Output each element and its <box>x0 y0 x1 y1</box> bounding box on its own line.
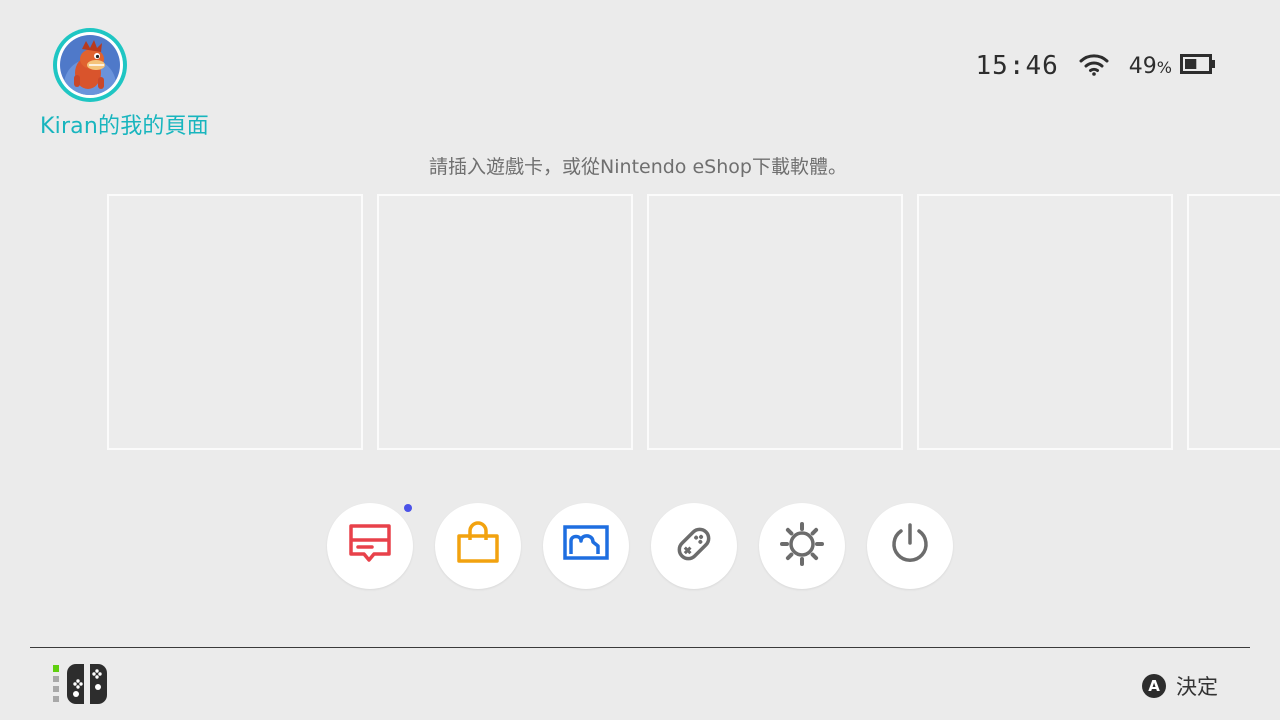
insert-game-hint: 請插入遊戲卡，或從Nintendo eShop下載軟體。 <box>429 156 847 178</box>
joy-con-icon <box>66 663 108 709</box>
news-button[interactable] <box>327 503 413 589</box>
game-slot-2[interactable] <box>377 194 633 450</box>
game-slot-1[interactable] <box>107 194 363 450</box>
news-notification-dot <box>404 504 412 512</box>
avatar-frame <box>57 32 123 98</box>
status-bar: 15:46 49% <box>976 46 1216 86</box>
album-button[interactable] <box>543 503 629 589</box>
game-slot-3[interactable] <box>647 194 903 450</box>
controller-status <box>52 663 108 709</box>
avatar-image <box>60 35 120 95</box>
clock: 15:46 <box>975 51 1059 81</box>
player-indicator-icon <box>52 664 60 708</box>
controller-icon <box>670 520 718 572</box>
system-settings-button[interactable] <box>759 503 845 589</box>
confirm-label: 決定 <box>1176 675 1218 699</box>
game-slot-4[interactable] <box>917 194 1173 450</box>
a-button-icon: A <box>1142 674 1166 698</box>
battery-fill <box>1185 59 1197 69</box>
power-button[interactable] <box>867 503 953 589</box>
battery-percentage: 49% <box>1128 53 1172 79</box>
battery-icon <box>1180 53 1216 79</box>
footer-divider <box>30 647 1250 648</box>
user-avatar[interactable] <box>53 28 127 102</box>
album-icon <box>562 521 610 571</box>
eshop-button[interactable] <box>435 503 521 589</box>
wifi-icon <box>1079 52 1109 80</box>
battery-status: 49% <box>1129 53 1216 79</box>
power-icon <box>887 521 933 571</box>
shopping-bag-icon <box>455 521 501 571</box>
controllers-button[interactable] <box>651 503 737 589</box>
news-icon <box>347 521 393 571</box>
gear-icon <box>779 521 825 571</box>
profile-page-link[interactable]: Kiran的我的頁面 <box>40 108 209 140</box>
game-slot-5[interactable] <box>1187 194 1280 450</box>
confirm-hint[interactable]: A 決定 <box>1142 671 1218 701</box>
